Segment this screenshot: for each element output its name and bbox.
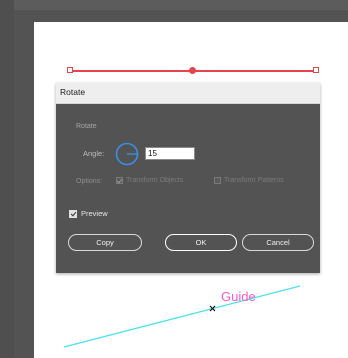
transform-patterns-label: Transform Patterns <box>224 177 284 184</box>
options-label: Options: <box>76 178 103 185</box>
guide-line <box>63 285 301 348</box>
rotate-dialog: Rotate Rotate Angle: Options: Transform … <box>56 83 320 273</box>
dialog-title: Rotate <box>60 87 86 97</box>
angle-input[interactable] <box>145 147 195 160</box>
copy-button[interactable]: Copy <box>68 234 142 251</box>
rotate-section-label: Rotate <box>76 123 97 130</box>
transform-objects-option[interactable]: Transform Objects <box>116 177 183 184</box>
preview-option[interactable]: Preview <box>69 209 108 218</box>
ok-button[interactable]: OK <box>165 234 237 251</box>
cancel-button[interactable]: Cancel <box>242 234 314 251</box>
preview-checkbox[interactable] <box>69 209 77 218</box>
dialog-titlebar[interactable]: Rotate <box>56 83 320 104</box>
transform-objects-checkbox[interactable] <box>116 177 123 184</box>
guide-label: Guide <box>221 289 256 304</box>
angle-label: Angle: <box>83 149 105 158</box>
transform-objects-label: Transform Objects <box>126 177 184 184</box>
angle-dial-icon[interactable] <box>115 142 139 166</box>
preview-label: Preview <box>81 209 108 218</box>
transform-patterns-checkbox[interactable] <box>214 177 221 184</box>
transform-patterns-option[interactable]: Transform Patterns <box>214 177 284 184</box>
